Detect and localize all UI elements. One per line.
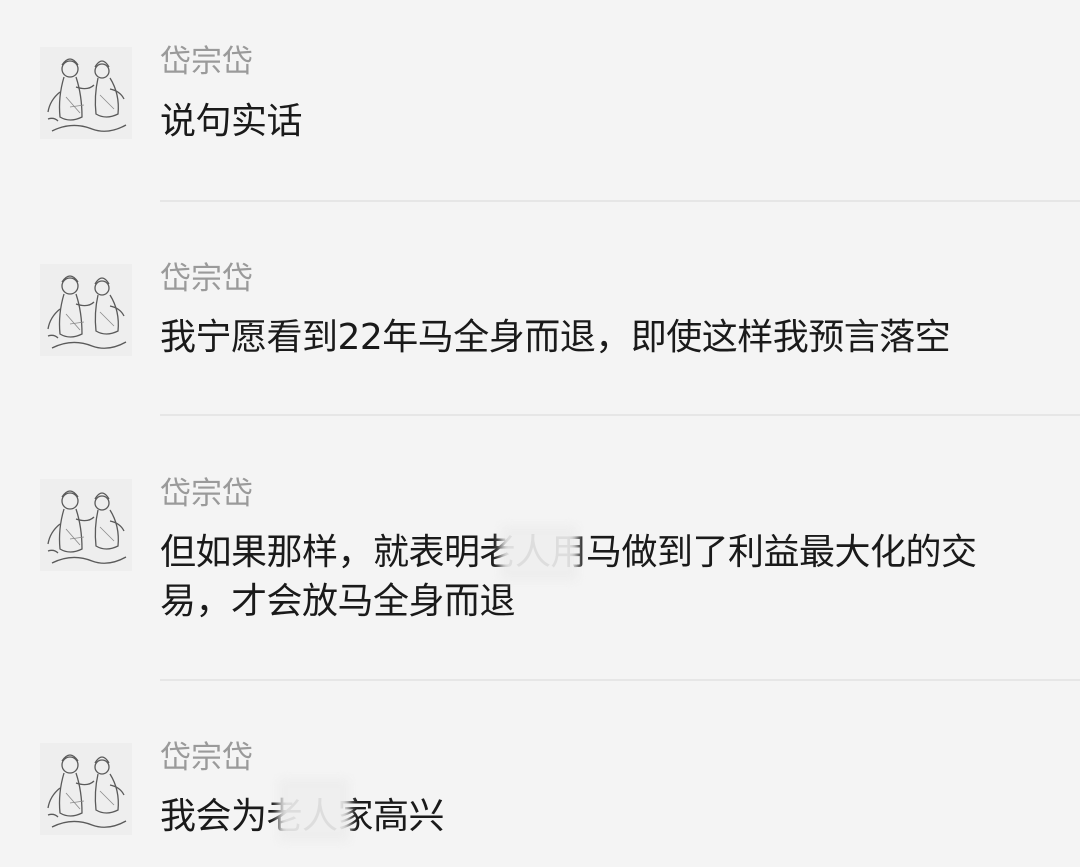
sketch-avatar-icon — [40, 47, 132, 139]
avatar[interactable] — [40, 479, 132, 571]
divider — [160, 414, 1080, 416]
blur-mark — [500, 525, 578, 581]
divider — [160, 200, 1080, 202]
avatar[interactable] — [40, 743, 132, 835]
divider — [160, 679, 1080, 681]
comment-text-line-2: 易，才会放马全身而退 — [160, 581, 516, 622]
comment-text-line-1: 但如果那样，就表明老人用马做到了利益最大化的交 — [160, 529, 1060, 577]
comment-text: 我宁愿看到22年马全身而退，即使这样我预言落空 — [160, 317, 951, 358]
avatar[interactable] — [40, 264, 132, 356]
author-name[interactable]: 岱宗岱 — [160, 740, 253, 776]
comment-text: 说句实话 — [160, 101, 303, 142]
avatar[interactable] — [40, 47, 132, 139]
author-name[interactable]: 岱宗岱 — [160, 261, 253, 297]
comment-feed: 岱宗岱 说句实话 岱宗岱 我宁愿看到22年马全身而退，即使这样我预言落空 岱宗岱… — [0, 0, 1080, 867]
sketch-avatar-icon — [40, 479, 132, 571]
author-name[interactable]: 岱宗岱 — [160, 44, 253, 80]
sketch-avatar-icon — [40, 264, 132, 356]
sketch-avatar-icon — [40, 743, 132, 835]
blur-mark — [278, 778, 350, 842]
author-name[interactable]: 岱宗岱 — [160, 476, 253, 512]
